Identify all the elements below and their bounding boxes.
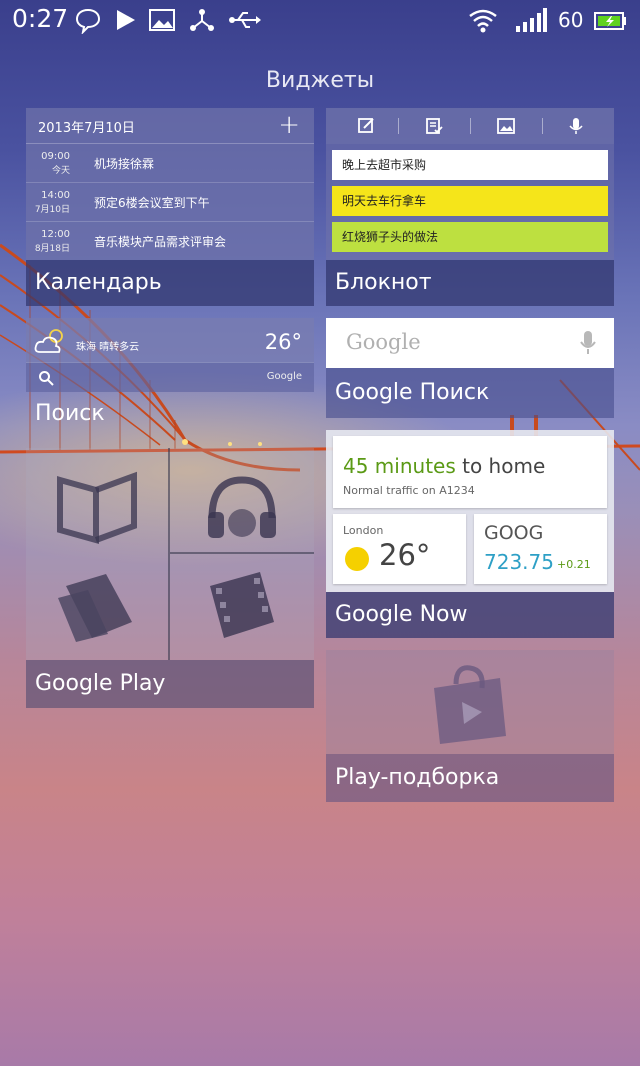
commute-time: 45 minutes [343,454,456,478]
traffic-status: Normal traffic on A1234 [343,484,475,497]
play-picks-widget[interactable]: Play-подборка [326,650,614,802]
weather-card-city: London [343,524,384,537]
image-note-icon[interactable] [496,116,516,136]
magazines-icon[interactable] [54,564,144,644]
mic-icon[interactable] [566,116,586,136]
event-title: 预定6楼会议室到下午 [94,196,210,210]
battery-level: 60 [558,8,584,32]
event-title: 机场接徐霖 [94,157,155,171]
notepad-widget[interactable]: 晚上去超市采购 明天去车行拿车 红烧狮子头的做法 Блокнот [326,108,614,306]
weather-card-temp: 26° [379,538,431,572]
calendar-event[interactable]: 12:00 8月18日 音乐模块产品需求评审会 [26,222,314,261]
checklist-icon[interactable] [424,116,444,136]
note-item[interactable]: 红烧狮子头的做法 [332,222,608,252]
search-weather-widget[interactable]: 珠海 晴转多云 26° Google Поиск [26,318,314,436]
weather-temperature: 26° [264,330,302,354]
event-title: 音乐模块产品需求评审会 [94,235,227,249]
status-bar: 0:27 60 [0,0,640,40]
commute-destination: to home [455,454,546,478]
google-now-widget[interactable]: 45 minutes to home Normal traffic on A12… [326,430,614,638]
share-icon [190,9,214,31]
chat-icon [75,8,101,34]
google-search-widget-label: Google Поиск [326,368,614,418]
search-bar[interactable]: Google [26,362,314,392]
weather-city: 珠海 晴转多云 [76,342,140,353]
page-title: Виджеты [265,68,375,93]
notepad-widget-label: Блокнот [326,260,614,306]
search-hint: Google [266,371,302,382]
signal-icon [516,8,547,32]
edit-note-icon[interactable] [356,116,376,136]
play-store-bag-icon [434,665,506,744]
stock-card[interactable]: GOOG 723.75 +0.21 [474,514,607,584]
calendar-event[interactable]: 14:00 7月10日 预定6楼会议室到下午 [26,183,314,222]
note-item[interactable]: 明天去车行拿车 [332,186,608,216]
note-item[interactable]: 晚上去超市采购 [332,150,608,180]
play-icon [117,10,135,30]
image-icon [149,9,175,31]
calendar-widget-label: Календарь [26,260,314,306]
event-day: 7月10日 [34,205,70,215]
google-logo: Google [346,330,421,354]
wifi-icon [469,9,497,33]
event-time: 09:00 [41,151,70,162]
battery-icon [594,12,626,30]
event-time: 14:00 [41,190,70,201]
calendar-event[interactable]: 09:00 今天 机场接徐霖 [26,144,314,183]
voice-search-icon[interactable] [578,330,598,356]
weather-card[interactable]: London 26° [333,514,466,584]
commute-card[interactable]: 45 minutes to home Normal traffic on A12… [333,436,607,508]
movies-icon[interactable] [202,566,282,646]
google-play-widget[interactable]: Google Play [26,448,314,708]
add-event-button[interactable]: + [278,110,300,140]
google-now-widget-label: Google Now [326,592,614,638]
calendar-date: 2013年7月10日 [38,121,135,136]
stock-ticker: GOOG [484,522,544,544]
calendar-widget[interactable]: 2013年7月10日 + 09:00 今天 机场接徐霖 14:00 7月10日 … [26,108,314,306]
stock-change: +0.21 [557,558,591,571]
search-widget-label: Поиск [35,401,105,426]
event-day: 8月18日 [34,244,70,254]
usb-icon [229,12,261,28]
clock: 0:27 [12,4,69,33]
search-icon [39,371,54,386]
stock-price: 723.75 [484,550,554,574]
sun-icon [345,547,369,571]
books-icon[interactable] [52,468,142,548]
google-search-widget[interactable]: Google Google Поиск [326,318,614,418]
google-search-box[interactable]: Google [326,318,614,368]
google-play-widget-label: Google Play [26,660,314,708]
cloud-sun-icon [34,329,63,353]
event-day: 今天 [51,166,70,176]
play-picks-widget-label: Play-подборка [326,754,614,802]
music-headphones-icon[interactable] [202,468,282,548]
event-time: 12:00 [41,229,70,240]
